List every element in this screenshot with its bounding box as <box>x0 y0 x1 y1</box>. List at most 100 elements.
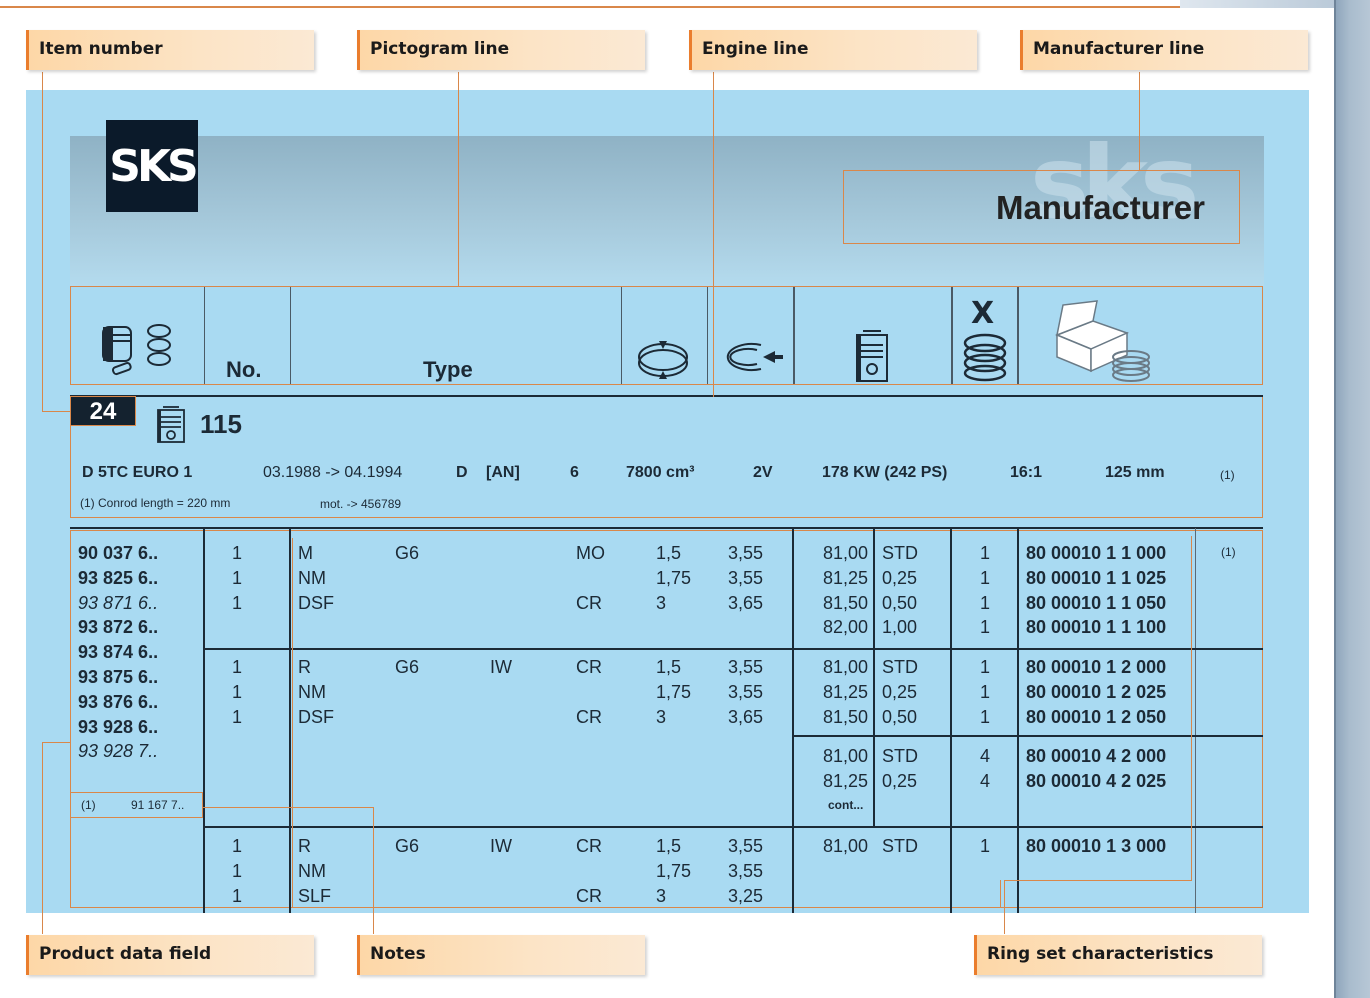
g3-oversize: STD <box>882 836 918 856</box>
callout-item-number: Item number <box>26 30 314 70</box>
picto-sep <box>621 287 622 384</box>
connector <box>42 742 43 934</box>
pictogram-line: No. Type X <box>70 286 1263 385</box>
engine-cylinders: 6 <box>570 464 579 481</box>
ring-set-bracket <box>1000 880 1192 908</box>
table-vline <box>1195 528 1196 913</box>
ring-gap-icon <box>726 343 783 371</box>
ring-set-box-icon <box>1054 300 1150 382</box>
table-vline <box>950 528 952 913</box>
sks-logo-icon: SKS <box>106 120 199 212</box>
cont-label: cont... <box>828 798 864 812</box>
g2-width: 3,55 3,55 3,65 <box>728 657 764 727</box>
notes-value: 91 167 7.. <box>131 798 185 812</box>
engine-fuel: D <box>456 464 468 481</box>
g3-type1: R NM SLF <box>298 836 332 906</box>
g2-type2: G6 <box>395 657 420 677</box>
table-vline <box>289 528 291 913</box>
g3-sets: 1 <box>980 836 991 856</box>
g1-width: 3,55 3,55 3,65 <box>728 543 764 613</box>
g3-ring-ref: 80 00010 1 3 000 <box>1026 836 1167 856</box>
engine-note-ref: (1) <box>1220 468 1235 482</box>
g1-diameter: 81,00 81,25 81,50 82,00 <box>822 543 868 638</box>
callout-manufacturer-line: Manufacturer line <box>1020 30 1308 70</box>
product-number: 93 874 6.. <box>78 642 159 663</box>
g1-footnote: (1) <box>1221 545 1236 559</box>
callout-notes: Notes <box>357 935 645 975</box>
connector <box>42 742 70 743</box>
g3-width: 3,55 3,55 3,25 <box>728 836 764 906</box>
g1-sets: 1 1 1 1 <box>980 543 991 638</box>
table-vline <box>1017 528 1019 913</box>
engine-compression: 16:1 <box>1010 464 1043 481</box>
connector <box>1191 536 1192 881</box>
g3-height: 1,5 1,75 3 <box>656 836 692 906</box>
engine-cylinder-value: 115 <box>200 409 242 439</box>
item-number-badge: 24 <box>70 396 136 426</box>
product-number: 93 928 7.. <box>78 741 159 762</box>
g2-type1: R NM DSF <box>298 657 334 727</box>
corner-art <box>1180 0 1340 8</box>
engine-valves: 2V <box>753 464 773 481</box>
g2-oversize: STD 0,25 0,50 <box>882 657 918 727</box>
g2-diameter: 81,00 81,25 81,50 <box>822 657 868 727</box>
annotation <box>292 536 622 562</box>
top-rule <box>0 6 1370 8</box>
connector <box>203 807 373 808</box>
callout-engine-line: Engine line <box>689 30 977 70</box>
g2-diameter-set: 81,00 81,25 <box>822 746 868 791</box>
product-number: 93 825 6.. <box>78 567 159 588</box>
engine-line <box>70 397 1263 518</box>
right-sidebar <box>1336 0 1370 998</box>
engine-bore: 125 mm <box>1105 464 1165 481</box>
g3-type3: IW <box>490 836 512 856</box>
g2-oversize-set: STD 0,25 <box>882 746 918 791</box>
table-vline <box>873 528 875 828</box>
picto-sep <box>793 287 795 384</box>
engine-mot: mot. -> 456789 <box>320 497 402 511</box>
product-number: 93 876 6.. <box>78 691 159 712</box>
piston-rings-icon <box>102 324 171 376</box>
engine-power: 178 KW (242 PS) <box>822 464 948 481</box>
g2-height: 1,5 1,75 3 <box>656 657 692 727</box>
picto-sep <box>204 287 205 384</box>
g3-type4: CR CR <box>576 836 602 906</box>
g2-sets: 1 1 1 <box>980 657 991 727</box>
connector <box>1139 72 1140 170</box>
connector <box>42 411 70 412</box>
g1-height: 1,5 1,75 3 <box>656 543 692 613</box>
g2-qty: 1 1 1 <box>232 657 243 727</box>
ring-height-icon <box>638 341 688 379</box>
header-no: No. <box>226 357 262 382</box>
manufacturer-name: Manufacturer <box>995 189 1205 226</box>
engine-period: 03.1988 -> 04.1994 <box>263 464 403 481</box>
table-hline <box>203 826 1263 828</box>
picto-sep <box>951 287 953 384</box>
engine-an: [AN] <box>486 464 520 481</box>
product-number: 93 875 6.. <box>78 666 159 687</box>
product-number: 93 872 6.. <box>78 617 159 638</box>
manufacturer-box: Manufacturer <box>843 170 1240 244</box>
connector <box>42 72 43 412</box>
picto-sep <box>1017 287 1019 384</box>
connector <box>373 807 374 934</box>
g2-ring-ref: 80 00010 1 2 000 80 00010 1 2 025 80 000… <box>1026 657 1167 727</box>
table-hline <box>203 648 1263 650</box>
picto-sep <box>707 287 708 384</box>
g2-type4: CR CR <box>576 657 602 727</box>
engine-note: (1) Conrod length = 220 mm <box>80 496 231 510</box>
notes-ref: (1) <box>81 798 96 812</box>
engine-code: D 5TC EURO 1 <box>82 464 193 481</box>
cylinder-icon <box>157 406 185 443</box>
notes-box: (1) 91 167 7.. <box>70 792 203 818</box>
g1-qty: 1 1 1 <box>232 543 243 613</box>
g2-type3: IW <box>490 657 512 677</box>
header-type: Type <box>423 357 473 382</box>
product-number: 90 037 6.. <box>78 543 159 563</box>
callout-product-data-field: Product data field <box>26 935 314 975</box>
g3-diameter: 81,00 <box>822 836 868 856</box>
table-vline <box>792 528 794 913</box>
connector <box>713 72 714 397</box>
g2-sets-set: 4 4 <box>980 746 991 791</box>
connector <box>1004 880 1005 934</box>
